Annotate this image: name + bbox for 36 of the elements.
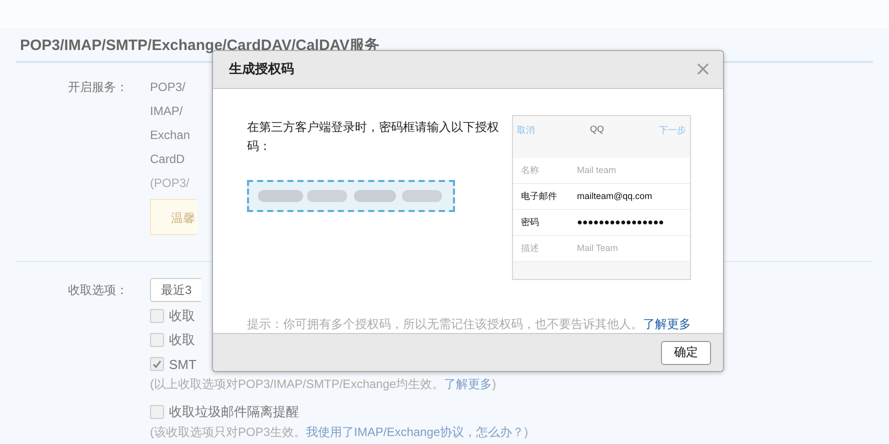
field-label: 收取选项： (67, 282, 129, 299)
period-dropdown[interactable]: 最近3 (150, 278, 201, 302)
note-text: (以上收取选项对POP3/IMAP/SMTP/Exchange均生效。了解更多) (150, 376, 496, 393)
field-label: 开启服务： (67, 79, 129, 96)
instruction-text: 在第三方客户端登录时，密码框请输入以下授权码： (247, 118, 500, 155)
preview-title: QQ (590, 124, 604, 136)
row-value: ●●●●●●●●●●●●●●●● (577, 217, 664, 228)
hint-text: 提示：你可拥有多个授权码，所以无需记住该授权码，也不要告诉其他人。了解更多 (247, 316, 692, 334)
option-label: 收取垃圾邮件隔离提醒 (169, 403, 299, 421)
cancel-text: 取消 (517, 124, 535, 137)
dialog-title: 生成授权码 (229, 60, 294, 78)
service-text: POP3/ (150, 79, 186, 96)
service-text: Exchan (150, 127, 190, 144)
close-icon[interactable] (697, 63, 709, 76)
option-label: 收取 (169, 331, 195, 349)
ok-button[interactable]: 确定 (661, 340, 711, 365)
checkbox[interactable] (150, 333, 164, 347)
row-value: Mail Team (577, 243, 618, 254)
note-text: (该收取选项只对POP3生效。我使用了IMAP/Exchange协议，怎么办？) (150, 424, 528, 441)
service-text: CardD (150, 151, 185, 168)
checkbox[interactable] (150, 309, 164, 323)
row-label: 名称 (521, 164, 540, 177)
row-label: 电子邮件 (521, 190, 558, 203)
option-label: 收取 (169, 307, 195, 325)
row-label: 描述 (521, 242, 540, 255)
learn-more-link[interactable]: 了解更多 (643, 317, 691, 332)
row-label: 密码 (521, 216, 540, 229)
option-label: SMT (169, 356, 196, 372)
next-text: 下一步 (658, 124, 686, 137)
checkbox[interactable] (150, 357, 164, 371)
row-value: mailteam@qq.com (577, 191, 652, 202)
checkbox[interactable] (150, 405, 164, 419)
tip-box: 温馨 (150, 199, 197, 235)
service-text: IMAP/ (150, 103, 183, 120)
note-text: (POP3/ (150, 175, 190, 192)
row-value: Mail team (577, 165, 616, 176)
